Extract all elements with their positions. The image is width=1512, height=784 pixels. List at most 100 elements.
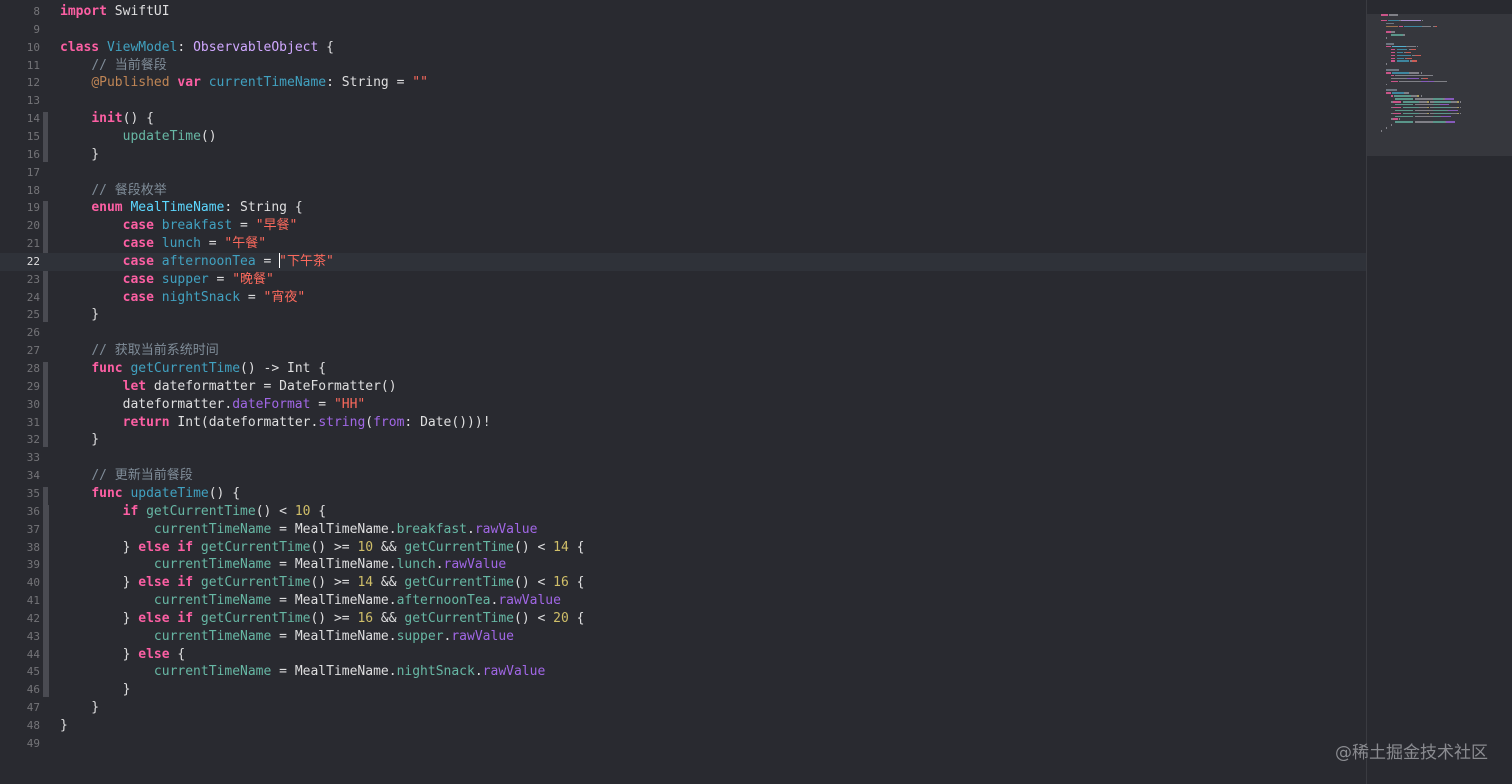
code-line[interactable]: 20 case breakfast = "早餐" xyxy=(0,217,1366,235)
code-text[interactable]: } else if getCurrentTime() >= 16 && getC… xyxy=(60,610,585,628)
line-number: 27 xyxy=(26,344,40,358)
code-text[interactable]: enum MealTimeName: String { xyxy=(60,199,302,217)
code-line[interactable]: 9 xyxy=(0,21,1366,39)
code-line[interactable]: 45 currentTimeName = MealTimeName.nightS… xyxy=(0,663,1366,681)
code-line[interactable]: 34 // 更新当前餐段 xyxy=(0,467,1366,485)
code-text[interactable]: class ViewModel: ObservableObject { xyxy=(60,39,334,57)
code-line[interactable]: 33 xyxy=(0,449,1366,467)
code-text[interactable]: currentTimeName = MealTimeName.afternoon… xyxy=(60,592,561,610)
code-line[interactable]: 14 init() { xyxy=(0,110,1366,128)
code-text[interactable]: return Int(dateformatter.string(from: Da… xyxy=(60,414,491,432)
code-line[interactable]: 17 xyxy=(0,164,1366,182)
code-token: getCurrentTime xyxy=(200,575,311,591)
code-text[interactable]: // 当前餐段 xyxy=(60,57,166,75)
code-text[interactable]: func getCurrentTime() -> Int { xyxy=(60,360,326,378)
code-line[interactable]: 28 func getCurrentTime() -> Int { xyxy=(0,360,1366,378)
code-line[interactable]: 35 func updateTime() { xyxy=(0,485,1366,503)
code-text[interactable]: let dateformatter = DateFormatter() xyxy=(60,378,397,396)
code-line[interactable]: 26 xyxy=(0,324,1366,342)
code-line[interactable]: 19 enum MealTimeName: String { xyxy=(0,199,1366,217)
code-text[interactable]: } xyxy=(60,699,99,717)
code-line[interactable]: 39 currentTimeName = MealTimeName.lunch.… xyxy=(0,556,1366,574)
code-text[interactable]: } else { xyxy=(60,646,186,664)
code-line[interactable]: 31 return Int(dateformatter.string(from:… xyxy=(0,414,1366,432)
code-text[interactable]: } xyxy=(60,306,99,324)
minimap-token xyxy=(1417,103,1432,106)
code-text[interactable]: } xyxy=(60,431,99,449)
code-token: MealTimeName xyxy=(294,521,389,537)
code-text[interactable]: case lunch = "午餐" xyxy=(60,235,266,253)
code-text[interactable]: case nightSnack = "宵夜" xyxy=(60,289,306,307)
code-text[interactable]: dateformatter.dateFormat = "HH" xyxy=(60,396,366,414)
code-line[interactable]: 40 } else if getCurrentTime() >= 14 && g… xyxy=(0,574,1366,592)
code-line[interactable]: 47 } xyxy=(0,699,1366,717)
code-line[interactable]: 22 case afternoonTea = "下午茶" xyxy=(0,252,1366,271)
code-line[interactable]: 38 } else if getCurrentTime() >= 10 && g… xyxy=(0,539,1366,557)
code-text[interactable]: updateTime() xyxy=(60,128,217,146)
code-line[interactable]: 10 class ViewModel: ObservableObject { xyxy=(0,39,1366,57)
code-text[interactable]: } xyxy=(60,681,131,699)
code-line[interactable]: 21 case lunch = "午餐" xyxy=(0,235,1366,253)
minimap-token xyxy=(1396,48,1408,51)
code-line[interactable]: 44 } else { xyxy=(0,646,1366,664)
code-text[interactable]: // 更新当前餐段 xyxy=(60,467,192,485)
code-text[interactable]: if getCurrentTime() < 10 { xyxy=(60,503,327,521)
code-line[interactable]: 25 } xyxy=(0,306,1366,324)
code-text[interactable]: import SwiftUI xyxy=(60,3,170,21)
code-line[interactable]: 43 currentTimeName = MealTimeName.supper… xyxy=(0,628,1366,646)
code-line[interactable]: 30 dateformatter.dateFormat = "HH" xyxy=(0,396,1366,414)
code-text[interactable]: @Published var currentTimeName: String =… xyxy=(60,74,428,92)
code-line[interactable]: 23 case supper = "晚餐" xyxy=(0,271,1366,289)
code-token: from xyxy=(373,414,405,430)
code-line[interactable]: 42 } else if getCurrentTime() >= 16 && g… xyxy=(0,610,1366,628)
code-line[interactable]: 15 updateTime() xyxy=(0,128,1366,146)
code-line[interactable]: 46 } xyxy=(0,681,1366,699)
code-line[interactable]: 11 // 当前餐段 xyxy=(0,57,1366,75)
code-text[interactable]: currentTimeName = MealTimeName.lunch.raw… xyxy=(60,556,506,574)
line-number: 8 xyxy=(33,5,40,18)
code-line[interactable]: 8 import SwiftUI xyxy=(0,3,1366,21)
code-text[interactable]: } else if getCurrentTime() >= 10 && getC… xyxy=(60,539,585,557)
code-line[interactable]: 16 } xyxy=(0,146,1366,164)
minimap[interactable] xyxy=(1366,0,1512,784)
code-text[interactable]: // 餐段枚举 xyxy=(60,182,166,200)
code-line[interactable]: 27 // 获取当前系统时间 xyxy=(0,342,1366,360)
code-token: 14 xyxy=(553,539,569,555)
code-token: = xyxy=(271,593,295,609)
code-line[interactable]: 37 currentTimeName = MealTimeName.breakf… xyxy=(0,521,1366,539)
code-text[interactable]: case supper = "晚餐" xyxy=(60,271,274,289)
code-line[interactable]: 48} xyxy=(0,717,1366,735)
code-text[interactable]: } xyxy=(60,717,68,735)
code-token: () xyxy=(380,378,397,394)
code-editor[interactable]: 8 import SwiftUI 9 10 class ViewModel: Obser… xyxy=(0,0,1366,784)
line-number: 29 xyxy=(26,379,40,393)
code-text[interactable]: currentTimeName = MealTimeName.breakfast… xyxy=(60,521,538,539)
code-line[interactable]: 24 case nightSnack = "宵夜" xyxy=(0,289,1366,307)
code-token: = xyxy=(271,628,295,644)
code-line[interactable]: 18 // 餐段枚举 xyxy=(0,182,1366,200)
code-text[interactable]: } else if getCurrentTime() >= 14 && getC… xyxy=(60,574,585,592)
code-text[interactable]: currentTimeName = MealTimeName.supper.ra… xyxy=(60,628,514,646)
code-line[interactable]: 13 xyxy=(0,92,1366,110)
code-text[interactable]: case afternoonTea = "下午茶" xyxy=(60,252,334,271)
line-number: 40 xyxy=(26,576,40,590)
code-line[interactable]: 29 let dateformatter = DateFormatter() xyxy=(0,378,1366,396)
minimap-token xyxy=(1414,74,1431,77)
minimap-visible-region[interactable] xyxy=(1367,14,1512,156)
code-token: class xyxy=(60,39,100,55)
minimap-token xyxy=(1385,69,1399,71)
code-line[interactable]: 49 xyxy=(0,735,1366,753)
code-text[interactable]: init() { xyxy=(60,110,154,128)
line-number: 32 xyxy=(26,433,40,447)
code-text[interactable]: case breakfast = "早餐" xyxy=(60,217,298,235)
code-line[interactable]: 12 @Published var currentTimeName: Strin… xyxy=(0,74,1366,92)
code-text[interactable]: // 获取当前系统时间 xyxy=(60,342,218,360)
code-text[interactable]: func updateTime() { xyxy=(60,485,240,503)
code-text[interactable]: currentTimeName = MealTimeName.nightSnac… xyxy=(60,663,545,681)
code-line[interactable]: 32 } xyxy=(0,431,1366,449)
code-line[interactable]: 36 if getCurrentTime() < 10 { xyxy=(0,503,1366,521)
code-text[interactable]: } xyxy=(60,146,99,164)
code-line[interactable]: 41 currentTimeName = MealTimeName.aftern… xyxy=(0,592,1366,610)
